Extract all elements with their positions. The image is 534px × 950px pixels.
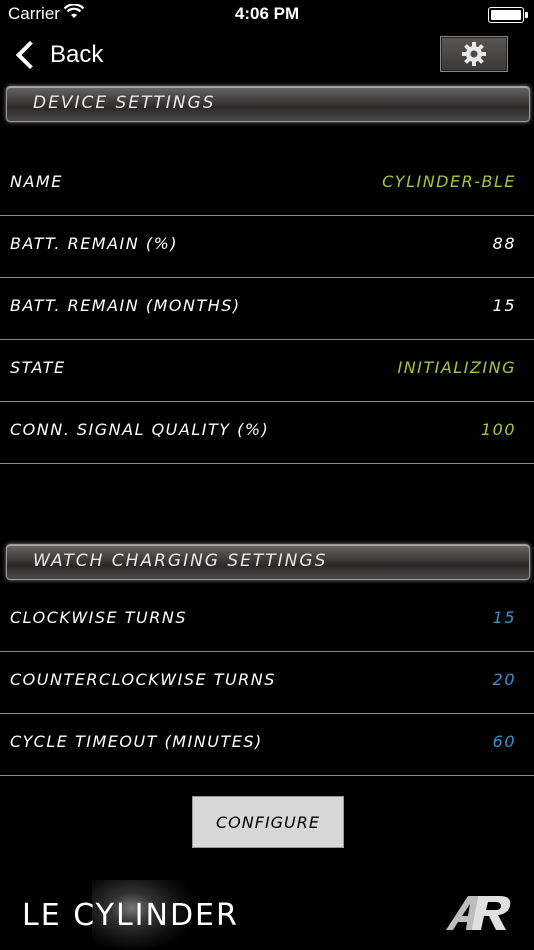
- row-signal-quality[interactable]: CONN. SIGNAL QUALITY (%) 100: [0, 402, 534, 464]
- row-value: 15: [492, 608, 516, 627]
- row-label: CYCLE TIMEOUT (MINUTES): [10, 732, 263, 751]
- row-label: STATE: [10, 358, 66, 377]
- row-label: NAME: [10, 172, 63, 191]
- status-bar: Carrier 4:06 PM: [0, 0, 534, 28]
- back-label: Back: [50, 41, 104, 68]
- row-value: 15: [492, 296, 516, 315]
- watch-charging-settings-header: WATCH CHARGING SETTINGS: [6, 544, 530, 580]
- brand-logo: LE CYLINDER: [22, 898, 239, 933]
- navigation-bar: Back: [0, 28, 534, 84]
- row-counterclockwise-turns[interactable]: COUNTERCLOCKWISE TURNS 20: [0, 652, 534, 714]
- row-label: CONN. SIGNAL QUALITY (%): [10, 420, 270, 439]
- row-label: COUNTERCLOCKWISE TURNS: [10, 670, 276, 689]
- status-time: 4:06 PM: [234, 4, 300, 23]
- row-value: 20: [492, 670, 516, 689]
- row-name[interactable]: NAME CYLINDER-BLE: [0, 154, 534, 216]
- device-settings-header: DEVICE SETTINGS: [6, 86, 530, 122]
- settings-button[interactable]: [440, 36, 508, 72]
- row-battery-percent[interactable]: BATT. REMAIN (%) 88: [0, 216, 534, 278]
- row-value: 100: [480, 420, 516, 439]
- watch-charging-settings-title: WATCH CHARGING SETTINGS: [33, 551, 328, 571]
- row-label: BATT. REMAIN (%): [10, 234, 179, 253]
- configure-button[interactable]: CONFIGURE: [192, 796, 344, 848]
- row-value: 88: [492, 234, 516, 253]
- gear-icon: [462, 42, 486, 66]
- row-label: BATT. REMAIN (MONTHS): [10, 296, 241, 315]
- back-chevron-icon: [15, 40, 45, 70]
- row-cycle-timeout[interactable]: CYCLE TIMEOUT (MINUTES) 60: [0, 714, 534, 776]
- device-settings-title: DEVICE SETTINGS: [33, 93, 216, 113]
- battery-icon: [488, 7, 528, 23]
- row-state[interactable]: STATE INITIALIZING: [0, 340, 534, 402]
- row-value: CYLINDER-BLE: [382, 172, 516, 191]
- row-label: CLOCKWISE TURNS: [10, 608, 187, 627]
- row-value: 60: [492, 732, 516, 751]
- row-clockwise-turns[interactable]: CLOCKWISE TURNS 15: [0, 590, 534, 652]
- back-button[interactable]: Back: [14, 38, 103, 72]
- ar-logo-icon: [446, 896, 511, 930]
- row-value: INITIALIZING: [397, 358, 516, 377]
- row-battery-months[interactable]: BATT. REMAIN (MONTHS) 15: [0, 278, 534, 340]
